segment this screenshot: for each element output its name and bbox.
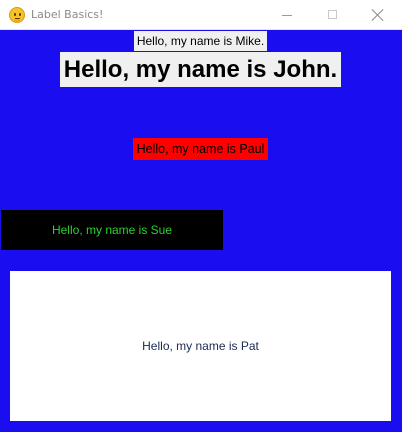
label-paul: Hello, my name is Paul <box>133 138 268 160</box>
label-sue: Hello, my name is Sue <box>1 210 223 250</box>
close-icon <box>371 8 385 22</box>
label-john: Hello, my name is John. <box>60 52 341 87</box>
window-title: Label Basics! <box>31 8 104 21</box>
minimize-button[interactable] <box>264 0 310 30</box>
close-button[interactable] <box>356 0 402 30</box>
title-bar[interactable]: Label Basics! <box>0 0 402 30</box>
minimize-icon <box>282 15 292 16</box>
maximize-icon <box>328 10 337 19</box>
thinking-face-icon <box>9 7 25 23</box>
label-pat: Hello, my name is Pat <box>10 271 391 421</box>
maximize-button[interactable] <box>310 0 356 30</box>
label-mike: Hello, my name is Mike. <box>134 31 267 51</box>
app-window: Label Basics! Hello, my name is Mike. He… <box>0 0 402 432</box>
